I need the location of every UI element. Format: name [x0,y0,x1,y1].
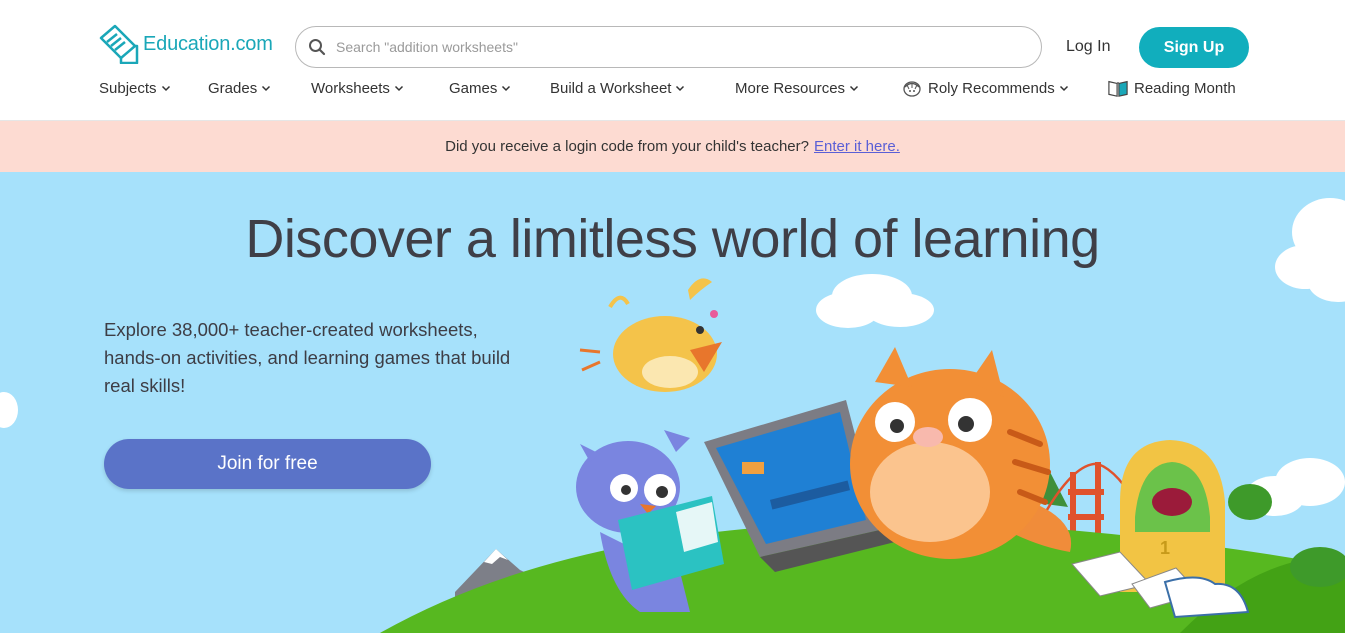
cat-character [850,347,1072,559]
chevron-down-icon [161,85,170,92]
svg-text:1: 1 [1160,538,1170,558]
login-code-banner: Did you receive a login code from your c… [0,121,1345,172]
hero-title: Discover a limitless world of learning [245,209,1100,269]
logo-text: Education.com [143,32,273,55]
nav-label: Worksheets [311,79,390,97]
banner-text: Did you receive a login code from your c… [445,138,809,155]
nav-roly-recommends[interactable]: Roly Recommends [902,78,1069,98]
nav-label: Roly Recommends [928,79,1055,97]
nav-label: Grades [208,79,258,97]
book-icon [1108,80,1128,97]
nav-worksheets[interactable]: Worksheets [311,80,404,97]
nav-label: Subjects [99,79,157,97]
signup-button[interactable]: Sign Up [1139,27,1249,68]
nav-more-resources[interactable]: More Resources [735,80,859,97]
login-link[interactable]: Log In [1066,38,1110,56]
nav-label: Games [449,79,498,97]
logo-link[interactable]: Education.com [97,24,273,64]
hero-description: Explore 38,000+ teacher-created workshee… [104,319,511,396]
logo-icon [99,24,139,64]
nav-label: Reading Month [1134,79,1236,97]
chevron-down-icon [394,85,403,92]
search-icon [309,39,326,56]
bird-character [579,278,722,392]
nav-grades[interactable]: Grades [208,80,271,97]
roly-icon [903,81,921,97]
chevron-down-icon [262,85,271,92]
chevron-down-icon [676,85,685,92]
nav-build-worksheet[interactable]: Build a Worksheet [550,80,685,97]
nav-reading-month[interactable]: Reading Month [1108,78,1236,98]
nav-label: More Resources [735,79,846,97]
site-header: Education.com Log In Sign Up Subjects Gr… [0,0,1345,121]
search-bar[interactable] [295,26,1042,68]
nav-subjects[interactable]: Subjects [99,80,171,97]
hero-section: 1 Discover a limitless world of learning… [0,172,1345,633]
join-for-free-button[interactable]: Join for free [104,439,431,489]
chevron-down-icon [502,85,511,92]
search-input[interactable] [336,39,1016,55]
nav-games[interactable]: Games [449,80,511,97]
nav-label: Build a Worksheet [550,79,672,97]
chevron-down-icon [850,85,859,92]
enter-code-link[interactable]: Enter it here. [814,138,900,155]
chevron-down-icon [1059,85,1068,92]
